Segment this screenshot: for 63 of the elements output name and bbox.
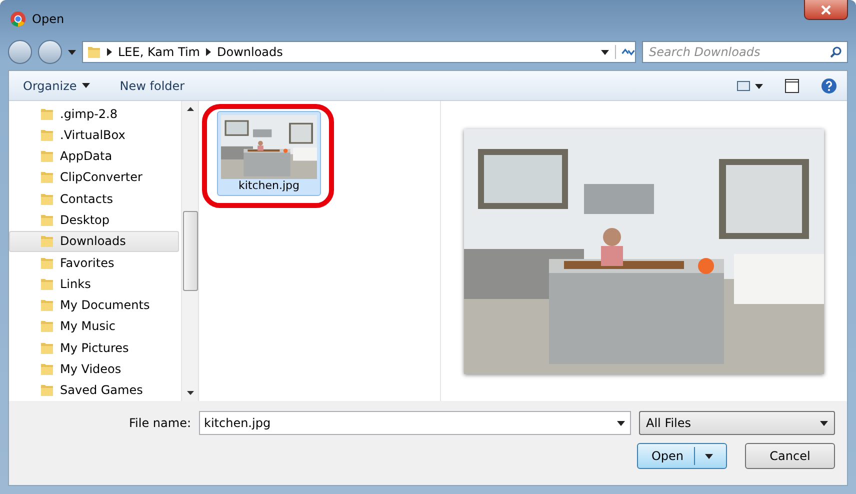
chevron-icon [107, 48, 112, 56]
breadcrumb[interactable]: Downloads [216, 45, 283, 59]
scroll-down-icon [186, 391, 194, 395]
file-name-label: File name: [129, 416, 191, 430]
folder-icon [40, 362, 54, 376]
sidebar-item[interactable]: Contacts [9, 188, 179, 210]
preview-pane-icon[interactable] [785, 78, 799, 92]
sidebar-item[interactable]: Favorites [9, 252, 179, 274]
help-icon[interactable] [821, 78, 837, 94]
folder-icon [40, 383, 54, 398]
scroll-up-icon [186, 107, 194, 111]
close-button[interactable] [804, 0, 848, 20]
folder-icon [40, 234, 54, 248]
sidebar-item[interactable]: AppData [9, 146, 179, 167]
folder-icon [40, 276, 54, 291]
back-button[interactable] [8, 40, 32, 64]
app-icon [10, 11, 26, 27]
sidebar-item[interactable]: .VirtualBox [9, 124, 179, 146]
sidebar-item[interactable]: ClipConverter [9, 166, 179, 188]
sidebar-item[interactable]: My Music [9, 316, 179, 338]
file-tile[interactable]: kitchen.jpg [217, 111, 321, 196]
caret-icon [601, 50, 609, 54]
dialog-button[interactable]: Open [637, 443, 727, 469]
caret-icon [820, 420, 828, 426]
sidebar-item[interactable]: Desktop [9, 209, 179, 231]
sidebar-item[interactable]: Downloads [9, 230, 179, 252]
search-icon [830, 46, 842, 58]
sidebar-item[interactable]: .gimp-2.8 [9, 103, 179, 124]
dialog-button[interactable]: Cancel [745, 443, 835, 469]
search-field[interactable]: Search Downloads [642, 41, 848, 63]
scrollbar[interactable] [181, 101, 198, 401]
folder-icon [87, 45, 101, 59]
breadcrumb[interactable]: LEE, Kam Tim [118, 45, 200, 59]
close-icon [821, 4, 831, 14]
history-caret-icon [68, 50, 76, 54]
sidebar-item[interactable]: My Documents [9, 294, 179, 316]
sidebar-item[interactable]: Saved Games [9, 380, 179, 401]
folder-icon [40, 128, 54, 142]
window-title: Open [32, 12, 64, 26]
folder-icon [40, 298, 54, 312]
folder-icon [40, 192, 54, 206]
folder-icon [40, 256, 54, 270]
file-name-field[interactable]: kitchen.jpg [199, 411, 631, 435]
folder-icon [40, 340, 54, 355]
folder-icon [40, 106, 54, 121]
caret-icon [704, 454, 713, 458]
folder-icon [40, 170, 54, 184]
sidebar-item[interactable]: My Videos [9, 358, 179, 380]
folder-icon [40, 319, 54, 334]
chevron-icon [206, 48, 211, 56]
forward-button[interactable] [38, 40, 62, 64]
toolbar-button[interactable]: Organize [19, 76, 94, 94]
sidebar-item[interactable]: My Pictures [9, 337, 179, 358]
view-icon[interactable] [737, 80, 763, 92]
caret-icon [82, 83, 90, 88]
file-type-dropdown[interactable]: All Files [639, 411, 835, 435]
dropdown-caret-icon [617, 420, 625, 426]
address-bar[interactable]: LEE, Kam Tim Downloads [82, 41, 636, 63]
folder-icon [40, 149, 54, 164]
sidebar-item[interactable]: Links [9, 273, 179, 295]
scroll-thumb[interactable] [182, 211, 198, 291]
toolbar-button[interactable]: New folder [116, 76, 189, 94]
folder-icon [40, 213, 54, 228]
